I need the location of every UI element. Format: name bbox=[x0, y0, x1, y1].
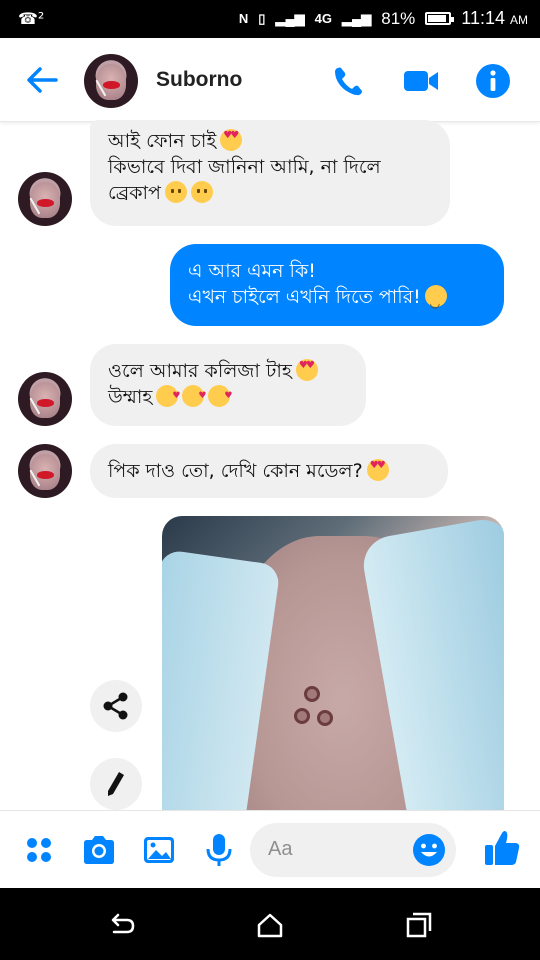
sad-emoji-icon bbox=[164, 181, 187, 203]
recents-icon[interactable] bbox=[404, 910, 434, 940]
avatar[interactable] bbox=[84, 54, 138, 108]
message-input[interactable]: Aa bbox=[250, 823, 456, 877]
smile-emoji-icon bbox=[424, 285, 447, 316]
contact-name[interactable]: Suborno bbox=[156, 68, 242, 92]
heart-eyes-emoji-icon bbox=[295, 359, 318, 381]
phone-icon[interactable] bbox=[330, 62, 368, 100]
avatar[interactable] bbox=[18, 372, 72, 426]
camera-icon[interactable] bbox=[80, 831, 118, 869]
message-bubble-outgoing[interactable]: এ আর এমন কি! এখন চাইলে এখনি দিতে পারি! bbox=[170, 244, 504, 326]
status-bar: ☎² N ▯ ▂▄▆ 4G ▂▄▆ 81% 11:14 AM bbox=[0, 0, 540, 38]
composer-bar: Aa bbox=[0, 810, 540, 888]
battery-percent: 81% bbox=[381, 8, 416, 28]
edit-button[interactable] bbox=[90, 758, 142, 810]
emoji-icon[interactable] bbox=[412, 833, 446, 867]
like-thumbs-up-icon[interactable] bbox=[482, 827, 522, 869]
share-icon bbox=[103, 692, 128, 720]
battery-icon bbox=[425, 12, 455, 25]
avatar[interactable] bbox=[18, 444, 72, 498]
gallery-icon[interactable] bbox=[140, 831, 178, 869]
share-button[interactable] bbox=[90, 680, 142, 732]
system-navigation-bar bbox=[0, 888, 540, 960]
microphone-icon[interactable] bbox=[200, 831, 238, 869]
message-bubble-incoming[interactable]: আই ফোন চাই কিভাবে দিবা জানিনা আমি, না দি… bbox=[90, 120, 450, 226]
heart-eyes-emoji-icon bbox=[366, 459, 389, 481]
kiss-emoji-icon bbox=[208, 383, 232, 409]
network-type: 4G bbox=[314, 11, 333, 26]
pencil-icon bbox=[108, 772, 124, 796]
clock: 11:14 AM bbox=[461, 8, 528, 28]
kiss-emoji-icon bbox=[182, 383, 206, 409]
call-indicator-icon: ☎² bbox=[18, 9, 45, 28]
signal-icon: ▂▄▆ bbox=[342, 10, 372, 26]
conversation-header: Suborno bbox=[0, 38, 540, 122]
avatar[interactable] bbox=[18, 172, 72, 226]
info-icon[interactable] bbox=[474, 62, 512, 100]
photo-message[interactable] bbox=[162, 516, 504, 810]
message-input-placeholder: Aa bbox=[268, 838, 293, 860]
kiss-emoji-icon bbox=[156, 383, 180, 409]
more-options-icon[interactable] bbox=[20, 831, 58, 869]
nfc-icon: N bbox=[238, 11, 249, 26]
sad-emoji-icon bbox=[190, 181, 213, 203]
back-arrow-icon[interactable] bbox=[22, 60, 62, 100]
signal-icon: ▂▄▆ bbox=[275, 10, 305, 26]
heart-eyes-emoji-icon bbox=[220, 129, 243, 151]
back-icon[interactable] bbox=[106, 910, 136, 940]
vibrate-icon: ▯ bbox=[258, 10, 266, 26]
video-camera-icon[interactable] bbox=[402, 62, 440, 100]
message-bubble-incoming[interactable]: পিক দাও তো, দেখি কোন মডেল? bbox=[90, 444, 448, 498]
home-icon[interactable] bbox=[255, 910, 285, 940]
message-bubble-incoming[interactable]: ওলে আমার কলিজা টাহ উম্মাহ bbox=[90, 344, 366, 426]
